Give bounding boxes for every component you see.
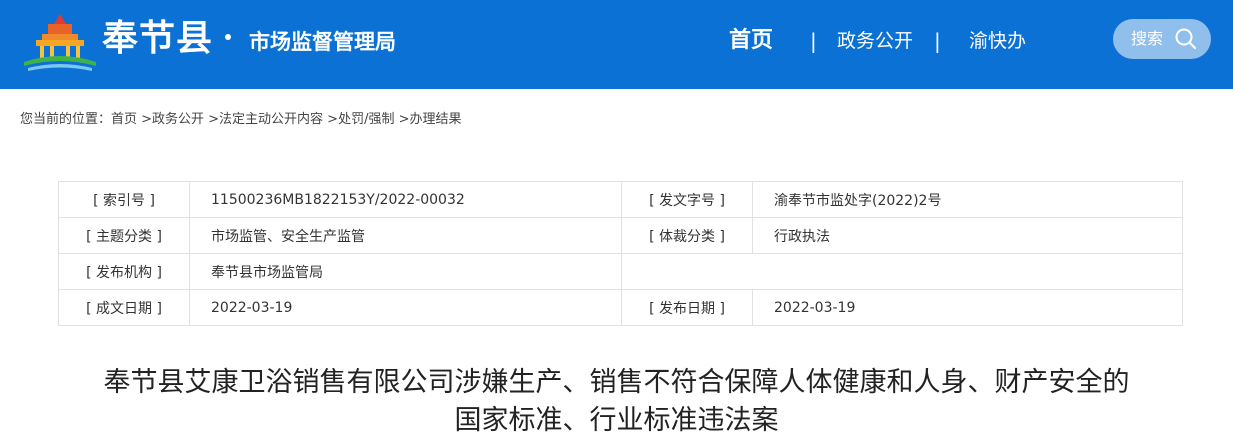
table-row: [ 发布机构 ] 奉节县市场监管局 <box>58 253 1183 290</box>
table-row: [ 主题分类 ] 市场监管、安全生产监管 [ 体裁分类 ] 行政执法 <box>58 217 1183 254</box>
published-date-value: 2022-03-19 <box>752 289 1183 326</box>
document-metadata-table: [ 索引号 ] 11500236MB1822153Y/2022-00032 [ … <box>58 181 1183 326</box>
nav-separator: | <box>810 29 817 53</box>
topic-label: [ 主题分类 ] <box>58 217 190 254</box>
nav-separator: | <box>934 29 941 53</box>
nav-home-link[interactable]: 首页 <box>729 26 773 56</box>
title-separator-dot <box>225 34 231 40</box>
document-title: 奉节县艾康卫浴销售有限公司涉嫌生产、销售不符合保障人体健康和人身、财产安全的 国… <box>0 364 1233 440</box>
nav-yukuaiban-link[interactable]: 渝快办 <box>969 26 1026 56</box>
created-date-label: [ 成文日期 ] <box>58 289 190 326</box>
nav-gov-affairs-link[interactable]: 政务公开 <box>837 26 913 56</box>
genre-value: 行政执法 <box>752 217 1183 254</box>
search-button[interactable]: 搜索 <box>1113 19 1211 59</box>
empty-cell <box>621 253 1183 290</box>
county-emblem-logo[interactable] <box>20 6 100 78</box>
topic-value: 市场监管、安全生产监管 <box>189 217 622 254</box>
search-label: 搜索 <box>1131 29 1164 48</box>
site-name[interactable]: 奉节县 <box>102 17 213 61</box>
document-title-line-1: 奉节县艾康卫浴销售有限公司涉嫌生产、销售不符合保障人体健康和人身、财产安全的 <box>103 367 1130 398</box>
table-row: [ 成文日期 ] 2022-03-19 [ 发布日期 ] 2022-03-19 <box>58 289 1183 326</box>
doc-no-value: 渝奉节市监处字(2022)2号 <box>752 181 1183 218</box>
published-date-label: [ 发布日期 ] <box>621 289 753 326</box>
genre-label: [ 体裁分类 ] <box>621 217 753 254</box>
created-date-value: 2022-03-19 <box>189 289 622 326</box>
document-title-line-2: 国家标准、行业标准违法案 <box>454 405 779 436</box>
site-header: 奉节县 市场监督管理局 首页 | 政务公开 | 渝快办 搜索 <box>0 0 1233 89</box>
issuer-value: 奉节县市场监管局 <box>189 253 622 290</box>
doc-no-label: [ 发文字号 ] <box>621 181 753 218</box>
table-row: [ 索引号 ] 11500236MB1822153Y/2022-00032 [ … <box>58 181 1183 218</box>
breadcrumb: 您当前的位置：首页 >政务公开 >法定主动公开内容 >处罚/强制 >办理结果 <box>20 112 462 127</box>
site-subtitle: 市场监督管理局 <box>249 30 396 54</box>
index-no-label: [ 索引号 ] <box>58 181 190 218</box>
index-no-value: 11500236MB1822153Y/2022-00032 <box>189 181 622 218</box>
issuer-label: [ 发布机构 ] <box>58 253 190 290</box>
search-icon <box>1175 28 1197 50</box>
